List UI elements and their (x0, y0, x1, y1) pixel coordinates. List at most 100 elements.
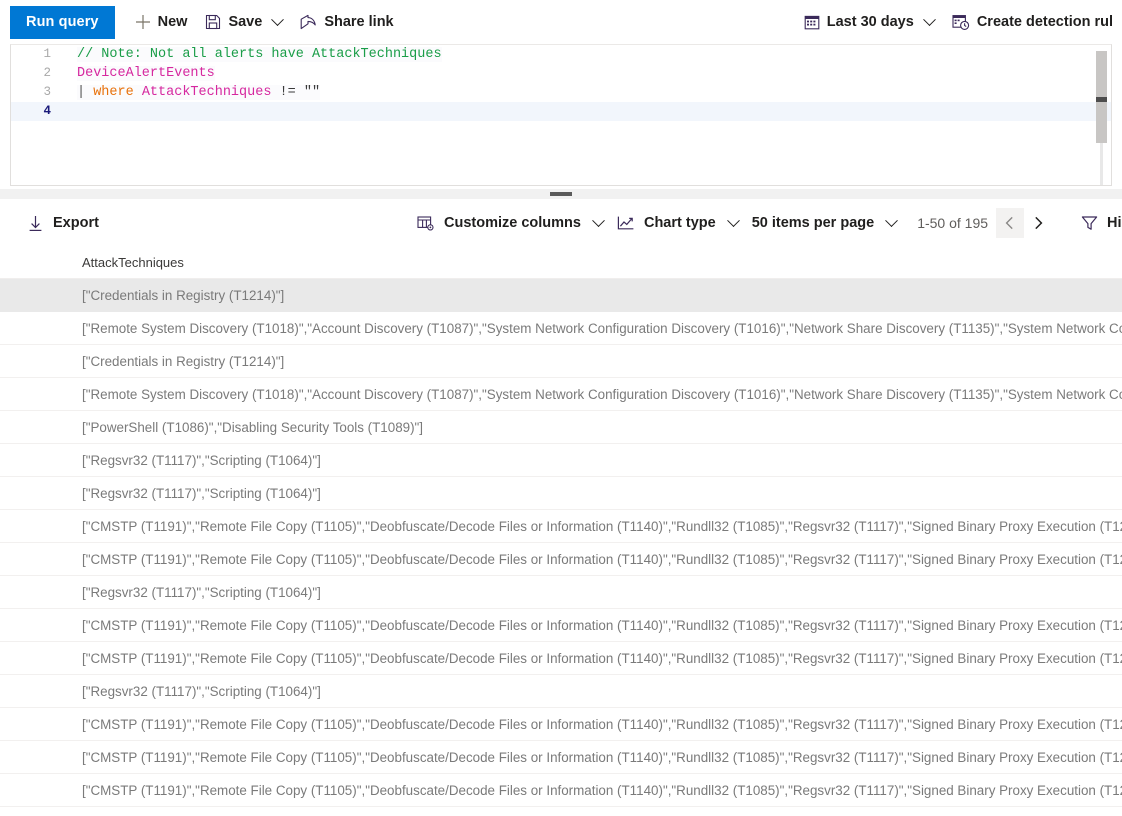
scrollbar-marker (1096, 97, 1107, 102)
line-number: 3 (11, 83, 63, 102)
scrollbar-rail (1100, 143, 1103, 186)
export-button[interactable]: Export (20, 205, 106, 241)
previous-page-button[interactable] (996, 208, 1024, 238)
top-command-bar: Run query New Save Share link (0, 0, 1122, 44)
code-text[interactable]: | where AttackTechniques != "" (63, 83, 320, 102)
export-label: Export (53, 215, 99, 231)
new-query-label: New (158, 14, 188, 30)
time-range-button[interactable]: Last 30 days (795, 4, 943, 40)
table-row[interactable]: ["CMSTP (T1191)","Remote File Copy (T110… (0, 741, 1122, 774)
save-icon (205, 14, 221, 30)
customize-columns-label: Customize columns (444, 215, 581, 231)
chart-type-label: Chart type (644, 215, 716, 231)
cell-attacktechniques: ["CMSTP (T1191)","Remote File Copy (T110… (82, 618, 1122, 633)
share-link-button[interactable]: Share link (291, 4, 402, 40)
table-header-row: AttackTechniques (0, 247, 1122, 279)
line-number: 4 (11, 102, 63, 121)
chevron-down-icon[interactable] (592, 214, 605, 227)
table-row[interactable]: ["CMSTP (T1191)","Remote File Copy (T110… (0, 708, 1122, 741)
calendar-icon (804, 14, 820, 30)
table-row[interactable]: ["Credentials in Registry (T1214)"] (0, 279, 1122, 312)
table-row[interactable]: ["Credentials in Registry (T1214)"] (0, 345, 1122, 378)
code-text[interactable]: DeviceAlertEvents (63, 64, 215, 83)
editor-results-splitter[interactable] (0, 189, 1122, 199)
table-row[interactable]: ["CMSTP (T1191)","Remote File Copy (T110… (0, 510, 1122, 543)
token-comment: // Note: Not all alerts have AttackTechn… (77, 47, 442, 62)
token-pipe: | (77, 85, 93, 100)
items-per-page-button[interactable]: 50 items per page (745, 205, 904, 241)
share-link-label: Share link (324, 14, 393, 30)
query-editor-body[interactable]: 1// Note: Not all alerts have AttackTech… (11, 45, 1111, 185)
chevron-down-icon[interactable] (727, 214, 740, 227)
time-range-label: Last 30 days (827, 14, 914, 30)
table-row[interactable]: ["Regsvr32 (T1117)","Scripting (T1064)"] (0, 477, 1122, 510)
token-col: AttackTechniques (142, 85, 280, 100)
token-table: DeviceAlertEvents (77, 66, 215, 81)
filter-icon (1081, 215, 1098, 231)
chevron-down-icon[interactable] (885, 214, 898, 227)
hide-filters-button[interactable]: Hide filters (1074, 205, 1122, 241)
chart-type-button[interactable]: Chart type (610, 205, 745, 241)
scrollbar-track[interactable] (1096, 51, 1107, 185)
hide-filters-label: Hide filters (1107, 215, 1122, 231)
next-page-button[interactable] (1024, 208, 1052, 238)
cell-attacktechniques: ["CMSTP (T1191)","Remote File Copy (T110… (82, 651, 1122, 666)
items-per-page-label: 50 items per page (752, 215, 875, 231)
token-op: != (280, 85, 304, 100)
chevron-down-icon[interactable] (271, 13, 284, 26)
editor-vertical-scrollbar[interactable] (1096, 51, 1109, 185)
line-chart-icon (617, 215, 635, 231)
save-button[interactable]: Save (196, 4, 291, 40)
cell-attacktechniques: ["CMSTP (T1191)","Remote File Copy (T110… (82, 783, 1122, 798)
table-row[interactable]: ["Remote System Discovery (T1018)","Acco… (0, 312, 1122, 345)
cell-attacktechniques: ["Remote System Discovery (T1018)","Acco… (82, 321, 1122, 336)
create-detection-rule-label: Create detection rul (977, 14, 1113, 30)
pagination-range: 1-50 of 195 (903, 215, 996, 231)
table-row[interactable]: ["CMSTP (T1191)","Remote File Copy (T110… (0, 543, 1122, 576)
top-command-bar-right: Last 30 days Create detection rul (795, 0, 1122, 44)
splitter-handle[interactable] (550, 192, 572, 196)
create-detection-rule-button[interactable]: Create detection rul (943, 4, 1122, 40)
cell-attacktechniques: ["Regsvr32 (T1117)","Scripting (T1064)"] (82, 453, 321, 468)
results-command-bar-right: Customize columns Chart type 50 items pe… (410, 199, 1122, 247)
plus-icon (135, 14, 151, 30)
share-icon (300, 14, 317, 30)
code-line[interactable]: 3 | where AttackTechniques != "" (11, 83, 1111, 102)
cell-attacktechniques: ["CMSTP (T1191)","Remote File Copy (T110… (82, 717, 1122, 732)
code-segment: | where AttackTechniques != "" (77, 85, 320, 100)
query-editor[interactable]: 1// Note: Not all alerts have AttackTech… (10, 44, 1112, 186)
customize-columns-button[interactable]: Customize columns (410, 205, 610, 241)
code-text[interactable]: // Note: Not all alerts have AttackTechn… (63, 45, 442, 64)
results-table: AttackTechniques ["Credentials in Regist… (0, 247, 1122, 807)
cell-attacktechniques: ["Credentials in Registry (T1214)"] (82, 354, 284, 369)
table-row[interactable]: ["CMSTP (T1191)","Remote File Copy (T110… (0, 774, 1122, 807)
table-row[interactable]: ["CMSTP (T1191)","Remote File Copy (T110… (0, 609, 1122, 642)
code-segment: DeviceAlertEvents (77, 66, 215, 81)
table-row[interactable]: ["Regsvr32 (T1117)","Scripting (T1064)"] (0, 576, 1122, 609)
cell-attacktechniques: ["Regsvr32 (T1117)","Scripting (T1064)"] (82, 684, 321, 699)
cell-attacktechniques: ["CMSTP (T1191)","Remote File Copy (T110… (82, 552, 1122, 567)
cell-attacktechniques: ["Credentials in Registry (T1214)"] (82, 288, 284, 303)
chevron-down-icon[interactable] (923, 13, 936, 26)
chevron-right-icon (1031, 216, 1045, 230)
code-segment: // Note: Not all alerts have AttackTechn… (77, 47, 442, 62)
new-query-button[interactable]: New (126, 4, 197, 40)
cell-attacktechniques: ["CMSTP (T1191)","Remote File Copy (T110… (82, 750, 1122, 765)
results-command-bar: Export Customize columns (0, 199, 1122, 247)
cell-attacktechniques: ["CMSTP (T1191)","Remote File Copy (T110… (82, 519, 1122, 534)
column-header-attacktechniques[interactable]: AttackTechniques (82, 255, 184, 270)
table-row[interactable]: ["PowerShell (T1086)","Disabling Securit… (0, 411, 1122, 444)
chevron-left-icon (1003, 216, 1017, 230)
table-row[interactable]: ["Regsvr32 (T1117)","Scripting (T1064)"] (0, 444, 1122, 477)
code-line[interactable]: 1// Note: Not all alerts have AttackTech… (11, 45, 1111, 64)
table-row[interactable]: ["CMSTP (T1191)","Remote File Copy (T110… (0, 642, 1122, 675)
table-row[interactable]: ["Regsvr32 (T1117)","Scripting (T1064)"] (0, 675, 1122, 708)
code-line[interactable]: 4 (11, 102, 1111, 121)
scrollbar-thumb[interactable] (1096, 51, 1107, 143)
table-body: ["Credentials in Registry (T1214)"] ["Rem… (0, 279, 1122, 807)
code-line[interactable]: 2 DeviceAlertEvents (11, 64, 1111, 83)
cell-attacktechniques: ["Regsvr32 (T1117)","Scripting (T1064)"] (82, 486, 321, 501)
run-query-button[interactable]: Run query (10, 6, 115, 39)
table-row[interactable]: ["Remote System Discovery (T1018)","Acco… (0, 378, 1122, 411)
line-number: 2 (11, 64, 63, 83)
